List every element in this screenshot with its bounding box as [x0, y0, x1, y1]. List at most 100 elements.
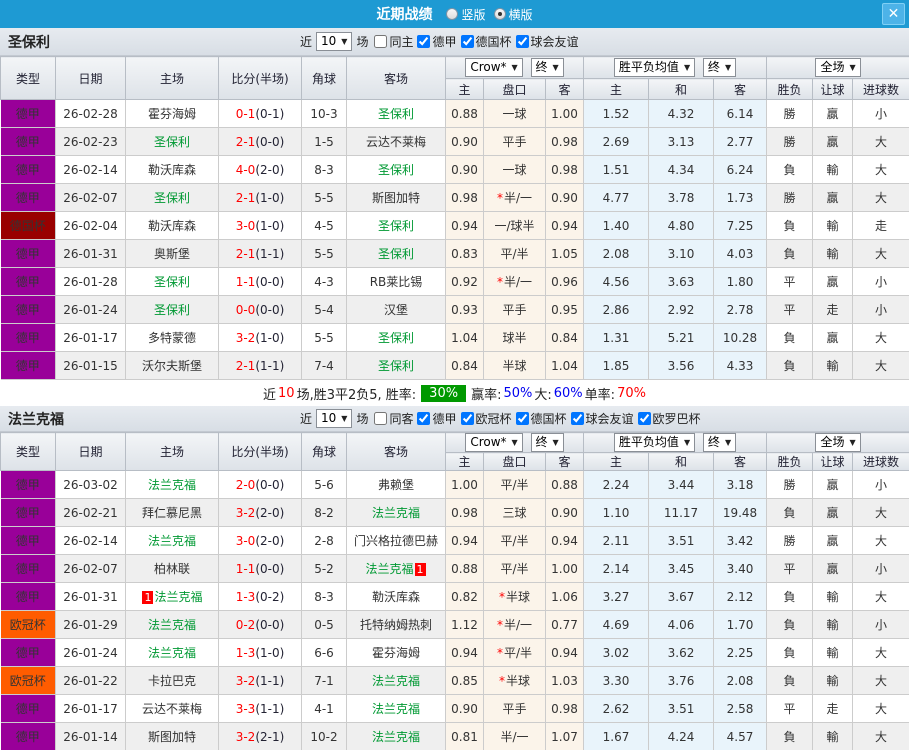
col-odds-home: 主	[445, 78, 484, 100]
avg-lose-odds: 2.08	[713, 666, 768, 695]
away-team-link[interactable]: 霍芬海姆	[372, 646, 420, 660]
home-team-link[interactable]: 圣保利	[154, 275, 190, 289]
checkbox[interactable]	[637, 412, 651, 425]
score-cell: 4-0(2-0)	[218, 155, 302, 184]
team-section-header: 圣保利 近 10 ▼ 场同主 德甲 德国杯 球会友谊	[0, 28, 909, 56]
avg-final-select[interactable]: 终 ▼	[702, 58, 737, 77]
home-team-link[interactable]: 沃尔夫斯堡	[142, 359, 202, 373]
league-filter-checkbox[interactable]: 球会友谊	[570, 410, 634, 427]
away-team-link[interactable]: 法兰克福	[372, 702, 420, 716]
away-team-link[interactable]: 圣保利	[378, 331, 414, 345]
away-team-link[interactable]: 勒沃库森	[372, 590, 420, 604]
checkbox[interactable]	[515, 412, 529, 425]
filter-near-label: 近	[300, 35, 313, 49]
away-team-link[interactable]: 圣保利	[378, 219, 414, 233]
match-count-select[interactable]: 10 ▼	[316, 409, 353, 428]
radio-checked-icon[interactable]	[493, 8, 506, 20]
away-team-link[interactable]: 汉堡	[384, 303, 408, 317]
checkbox[interactable]	[417, 35, 431, 48]
away-odds: 0.94	[545, 526, 585, 555]
home-team-link[interactable]: 法兰克福	[154, 590, 202, 604]
home-odds: 0.85	[445, 666, 484, 695]
home-team-link[interactable]: 勒沃库森	[148, 219, 196, 233]
away-team-link[interactable]: 法兰克福	[372, 674, 420, 688]
home-team-link[interactable]: 霍芬海姆	[148, 107, 196, 121]
scope-select[interactable]: 全场 ▼	[815, 58, 861, 77]
away-team-link[interactable]: 托特纳姆热刺	[360, 618, 432, 632]
home-team-link[interactable]: 斯图加特	[148, 730, 196, 744]
avg-lose-odds: 10.28	[713, 323, 768, 352]
odds-final-select[interactable]: 终 ▼	[530, 58, 564, 77]
home-team-link[interactable]: 法兰克福	[148, 534, 196, 548]
checkbox[interactable]	[460, 35, 474, 48]
league-badge: 德甲	[0, 127, 56, 156]
league-filter-checkbox[interactable]: 德国杯	[515, 410, 567, 427]
away-team-link[interactable]: 法兰克福	[365, 562, 413, 576]
home-team-link[interactable]: 奥斯堡	[154, 247, 190, 261]
checkbox[interactable]	[374, 35, 388, 48]
home-team-link[interactable]: 圣保利	[154, 135, 190, 149]
league-filter-checkbox[interactable]: 欧罗巴杯	[637, 410, 701, 427]
away-team-link[interactable]: 法兰克福	[372, 506, 420, 520]
home-team-link[interactable]: 圣保利	[154, 191, 190, 205]
away-team-cell: 圣保利	[346, 351, 446, 380]
away-team-link[interactable]: 法兰克福	[372, 730, 420, 744]
league-filter-checkbox[interactable]: 球会友谊	[515, 33, 579, 50]
league-filter-checkbox[interactable]: 德甲	[417, 410, 457, 427]
handicap-line: 平/半	[483, 554, 546, 583]
match-count-select[interactable]: 10 ▼	[316, 32, 353, 51]
league-filter-checkbox[interactable]: 德甲	[417, 33, 457, 50]
home-odds: 0.98	[445, 498, 484, 527]
away-team-link[interactable]: 圣保利	[378, 107, 414, 121]
result-handicap: 輸	[812, 211, 854, 240]
home-team-link[interactable]: 法兰克福	[148, 478, 196, 492]
layout-radio-vertical[interactable]: 竖版	[446, 6, 486, 23]
checkbox[interactable]	[417, 412, 431, 425]
away-team-link[interactable]: 弗赖堡	[378, 478, 414, 492]
home-team-link[interactable]: 圣保利	[154, 303, 190, 317]
match-row: 德甲 26-02-07 圣保利 2-1(1-0) 5-5 斯图加特 0.98 *半/一 0.90…	[0, 183, 909, 212]
away-team-link[interactable]: 圣保利	[378, 163, 414, 177]
match-row: 欧冠杯 26-01-29 法兰克福 0-2(0-0) 0-5 托特纳姆热刺 1.12 *半/一…	[0, 610, 909, 639]
odds-source-select[interactable]: Crow* ▼	[465, 58, 523, 77]
away-team-link[interactable]: RB莱比锡	[370, 275, 423, 289]
avg-odds-select[interactable]: 胜平负均值 ▼	[613, 58, 696, 77]
checkbox[interactable]	[515, 35, 529, 48]
odds-final-select[interactable]: 终 ▼	[530, 433, 564, 452]
close-button[interactable]: ✕	[882, 3, 905, 25]
result-handicap: 輸	[812, 666, 854, 695]
league-filter-checkbox[interactable]: 欧冠杯	[460, 410, 512, 427]
checkbox[interactable]	[460, 412, 474, 425]
scope-select[interactable]: 全场 ▼	[815, 433, 861, 452]
away-team-link[interactable]: 斯图加特	[372, 191, 420, 205]
away-team-cell: 法兰克福	[346, 722, 446, 750]
home-team-link[interactable]: 卡拉巴克	[148, 674, 196, 688]
avg-odds-select[interactable]: 胜平负均值 ▼	[613, 433, 696, 452]
away-team-link[interactable]: 圣保利	[378, 247, 414, 261]
layout-radio-horizontal[interactable]: 横版	[493, 6, 533, 23]
home-team-link[interactable]: 法兰克福	[148, 646, 196, 660]
home-team-link[interactable]: 拜仁慕尼黑	[142, 506, 202, 520]
match-date: 26-03-02	[55, 470, 126, 499]
checkbox[interactable]	[374, 412, 388, 425]
same-venue-checkbox[interactable]: 同主	[374, 33, 413, 50]
home-team-link[interactable]: 柏林联	[154, 562, 190, 576]
home-team-link[interactable]: 勒沃库森	[148, 163, 196, 177]
same-venue-checkbox[interactable]: 同客	[374, 410, 413, 427]
away-odds: 0.90	[545, 183, 585, 212]
home-team-link[interactable]: 多特蒙德	[148, 331, 196, 345]
home-team-link[interactable]: 云达不莱梅	[142, 702, 202, 716]
home-team-link[interactable]: 法兰克福	[148, 618, 196, 632]
league-badge: 欧冠杯	[0, 666, 56, 695]
league-filter-checkbox[interactable]: 德国杯	[460, 33, 512, 50]
away-team-link[interactable]: 圣保利	[378, 359, 414, 373]
away-team-link[interactable]: 门兴格拉德巴赫	[354, 534, 438, 548]
away-team-link[interactable]: 云达不莱梅	[366, 135, 426, 149]
handicap-line: 平/半	[483, 470, 546, 499]
checkbox[interactable]	[570, 412, 584, 425]
league-badge: 德甲	[0, 526, 56, 555]
odds-source-select[interactable]: Crow* ▼	[465, 433, 523, 452]
handicap-line: *半/一	[483, 183, 546, 212]
radio-icon[interactable]	[446, 8, 459, 20]
avg-final-select[interactable]: 终 ▼	[702, 433, 737, 452]
